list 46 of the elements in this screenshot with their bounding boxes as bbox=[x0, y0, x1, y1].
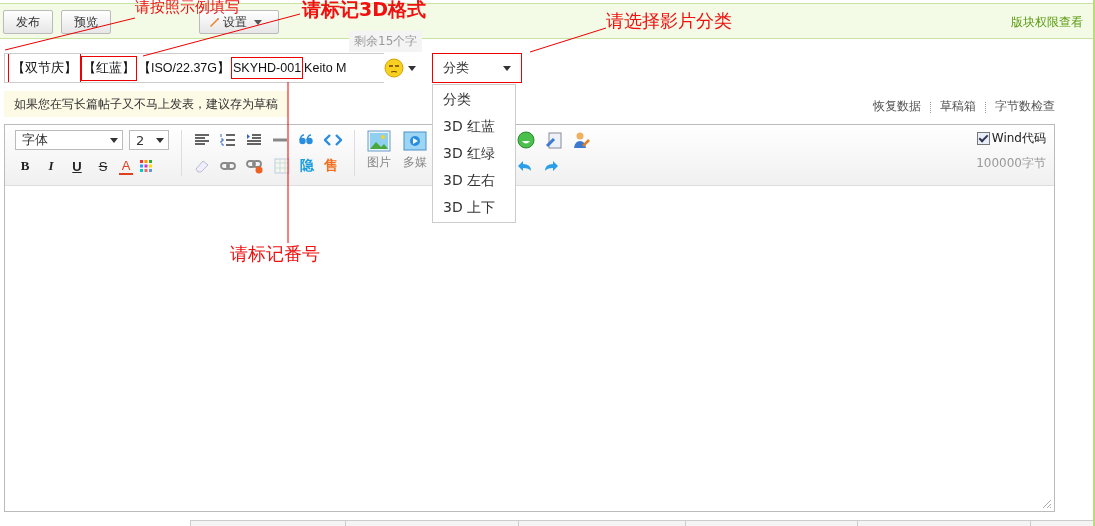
quote-icon[interactable] bbox=[298, 133, 314, 147]
align-icon[interactable] bbox=[194, 133, 210, 147]
code-icon[interactable] bbox=[324, 133, 342, 147]
resize-grip-icon[interactable] bbox=[1040, 497, 1052, 509]
numbered-list-icon[interactable] bbox=[220, 133, 236, 147]
color-grid-icon[interactable] bbox=[139, 159, 153, 173]
format-button[interactable]: A bbox=[119, 157, 133, 175]
editor-link[interactable]: 草稿箱 bbox=[940, 98, 976, 115]
caret-icon[interactable] bbox=[408, 65, 416, 71]
format-button[interactable]: U bbox=[67, 158, 87, 174]
pencil-icon bbox=[208, 16, 220, 28]
unlink-icon[interactable] bbox=[246, 158, 264, 174]
indent-icon[interactable] bbox=[246, 133, 262, 147]
dropdown-option[interactable]: 3D 红蓝 bbox=[433, 113, 515, 140]
dropdown-option[interactable]: 3D 红绿 bbox=[433, 140, 515, 167]
format-button[interactable]: I bbox=[41, 158, 61, 174]
user-edit-icon[interactable] bbox=[573, 131, 591, 149]
draft-hint: 如果您在写长篇帖子又不马上发表，建议存为草稿 bbox=[4, 91, 288, 117]
format-button[interactable]: S bbox=[93, 158, 113, 174]
dropdown-option[interactable]: 3D 上下 bbox=[433, 194, 515, 221]
editor-link[interactable]: 恢复数据 bbox=[873, 98, 921, 115]
redo-icon[interactable] bbox=[543, 159, 559, 173]
annotation-text: 请标记番号 bbox=[230, 245, 320, 263]
wind-code-checkbox[interactable]: Wind代码 bbox=[976, 130, 1046, 147]
editor-link[interactable]: 字节数检查 bbox=[995, 98, 1055, 115]
toolbar-button[interactable]: 发布 bbox=[3, 10, 53, 34]
annotation-text: 请标记3D格式 bbox=[302, 0, 426, 19]
category-select[interactable]: 分类 bbox=[432, 53, 522, 83]
title-field[interactable]: 【双节庆】 【红蓝】 【ISO/22.37G】 SKYHD-001 Keito M bbox=[4, 53, 384, 83]
film-icon bbox=[403, 130, 427, 152]
image-button[interactable]: 图片 bbox=[367, 130, 391, 171]
smiley-icon[interactable] bbox=[384, 58, 404, 78]
eraser-icon[interactable] bbox=[194, 159, 210, 173]
picture-icon bbox=[367, 130, 391, 152]
toolbar-button[interactable]: 预览 bbox=[61, 10, 111, 34]
link-icon[interactable] bbox=[220, 159, 236, 173]
format-button[interactable]: B bbox=[15, 158, 35, 174]
remaining-counter: 剩余15个字 bbox=[349, 31, 423, 52]
byte-limit: 100000字节 bbox=[976, 155, 1046, 172]
dropdown-option[interactable]: 3D 左右 bbox=[433, 167, 515, 194]
font-select[interactable]: 字体 bbox=[15, 130, 123, 150]
size-select[interactable]: 2 bbox=[129, 130, 169, 150]
dropdown-option[interactable]: 分类 bbox=[433, 86, 515, 113]
annotation-text: 请选择影片分类 bbox=[606, 12, 732, 30]
undo-icon[interactable] bbox=[517, 159, 533, 173]
smiley-icon[interactable] bbox=[517, 131, 535, 149]
